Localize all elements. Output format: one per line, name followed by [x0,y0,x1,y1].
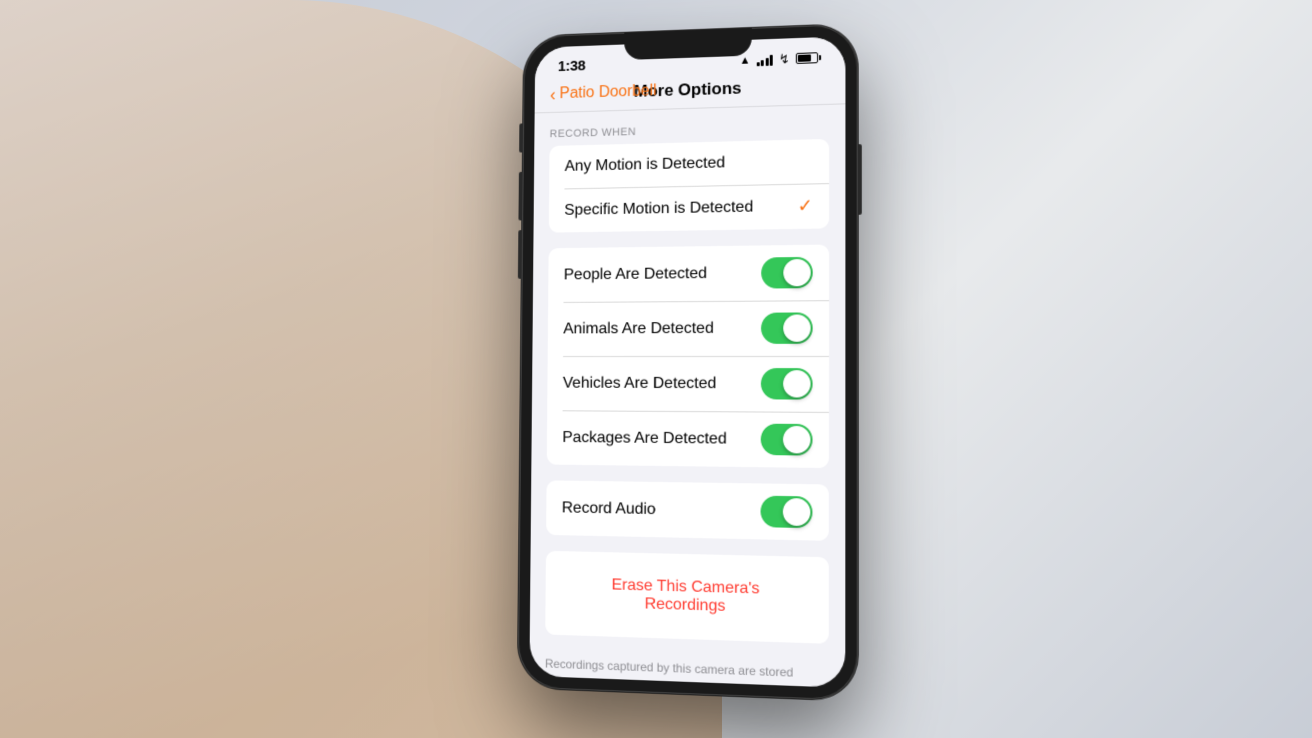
phone-wrapper: 1:38 ▲ ↯ [518,24,858,701]
specific-motion-checkmark: ✓ [797,195,812,216]
side-button-left-vol-down [518,230,522,279]
any-motion-label: Any Motion is Detected [565,154,726,175]
scroll-content: RECORD WHEN Any Motion is Detected Speci… [529,104,845,688]
packages-toggle[interactable] [761,424,813,456]
back-button[interactable]: ‹ Patio Doorbell [550,81,657,105]
signal-icon [756,53,773,65]
back-chevron-icon: ‹ [550,84,556,105]
record-audio-toggle[interactable] [760,496,812,529]
battery-icon [796,52,821,64]
specific-motion-row[interactable]: Specific Motion is Detected ✓ [549,183,829,233]
side-button-right [858,144,862,215]
side-button-left-silent [519,123,523,152]
audio-group: Record Audio [546,480,829,540]
back-label: Patio Doorbell [559,82,656,103]
status-time: 1:38 [558,58,586,75]
people-toggle[interactable] [761,257,813,289]
animals-row[interactable]: Animals Are Detected [548,300,829,356]
packages-row[interactable]: Packages Are Detected [547,410,829,468]
phone-screen: 1:38 ▲ ↯ [529,36,845,688]
animals-toggle-knob [783,314,810,341]
people-label: People Are Detected [564,265,707,284]
vehicles-toggle[interactable] [761,368,813,400]
detection-types-group: People Are Detected Animals Are Detected… [547,245,829,469]
animals-label: Animals Are Detected [563,319,714,337]
location-icon: ▲ [739,54,750,66]
erase-button[interactable]: Erase This Camera's Recordings [561,563,813,631]
side-button-left-vol-up [518,172,522,221]
any-motion-row[interactable]: Any Motion is Detected [549,139,829,189]
record-audio-label: Record Audio [562,499,656,519]
erase-row[interactable]: Erase This Camera's Recordings [545,551,829,644]
people-toggle-knob [783,259,810,286]
status-icons: ▲ ↯ [739,50,821,69]
vehicles-label: Vehicles Are Detected [563,374,717,392]
record-audio-toggle-knob [783,498,811,526]
vehicles-row[interactable]: Vehicles Are Detected [547,356,829,412]
record-when-group: Any Motion is Detected Specific Motion i… [549,139,829,233]
erase-group: Erase This Camera's Recordings [545,551,829,644]
record-audio-row[interactable]: Record Audio [546,480,829,540]
specific-motion-label: Specific Motion is Detected [564,198,753,219]
vehicles-toggle-knob [783,370,811,397]
animals-toggle[interactable] [761,312,813,343]
people-row[interactable]: People Are Detected [548,245,829,303]
packages-label: Packages Are Detected [562,429,726,449]
phone-device: 1:38 ▲ ↯ [518,24,858,701]
wifi-icon: ↯ [779,51,790,67]
erase-description: Recordings captured by this camera are s… [529,650,845,688]
phone-notch [624,28,752,60]
packages-toggle-knob [783,426,811,454]
